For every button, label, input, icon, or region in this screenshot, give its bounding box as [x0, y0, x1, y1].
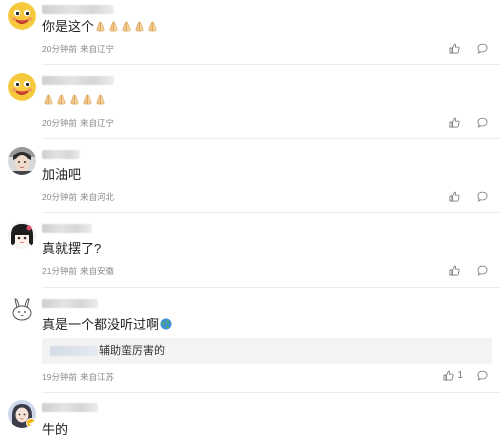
comment-bubble-icon	[477, 370, 488, 381]
comment-text: 牛的	[42, 422, 69, 437]
comment-bubble-icon	[477, 265, 488, 276]
comment-text: 真是一个都没听过啊	[42, 317, 172, 333]
reply-preview[interactable]: 辅助蛮厉害的	[42, 338, 492, 364]
reply-button[interactable]	[477, 117, 488, 128]
reply-button[interactable]	[477, 191, 488, 202]
divider	[42, 392, 500, 393]
divider	[42, 64, 500, 65]
verified-badge-icon	[26, 418, 36, 428]
username-redacted[interactable]	[42, 5, 114, 14]
reply-text: 辅助蛮厉害的	[99, 345, 165, 357]
username-redacted[interactable]	[42, 150, 80, 159]
like-button[interactable]	[449, 117, 463, 128]
thumbs-up-icon	[449, 43, 460, 54]
comment-meta: 21分钟前 来自安徽	[42, 266, 114, 276]
comment-meta: 20分钟前 来自辽宁	[42, 44, 114, 54]
comment-time: 20分钟前	[42, 118, 77, 128]
girl-photo-avatar[interactable]	[8, 400, 36, 428]
like-button[interactable]	[449, 43, 463, 54]
comment-item: 20分钟前 来自辽宁	[0, 70, 500, 132]
comment-bubble-icon	[477, 191, 488, 202]
comment-location: 来自安徽	[79, 266, 114, 276]
reply-button[interactable]	[477, 265, 488, 276]
comment-location: 来自江苏	[79, 372, 114, 382]
username-redacted[interactable]	[42, 224, 92, 233]
username-redacted[interactable]	[42, 403, 98, 412]
comment-text	[42, 92, 107, 108]
thumbs-up-icon	[449, 117, 460, 128]
comment-item: 你是这个 20分钟前 来自辽宁	[0, 0, 500, 62]
comment-item: 真是一个都没听过啊 辅助蛮厉害的 19分钟前 来自江苏 1	[0, 293, 500, 389]
divider	[42, 138, 500, 139]
comment-text: 你是这个	[42, 19, 159, 35]
comment-item: 加油吧 20分钟前 来自河北	[0, 144, 500, 206]
person-photo-avatar[interactable]	[8, 147, 36, 175]
comment-time: 20分钟前	[42, 192, 77, 202]
username-redacted[interactable]	[42, 76, 114, 85]
thumbs-up-icon	[443, 370, 454, 381]
comment-time: 21分钟前	[42, 266, 77, 276]
comment-location: 来自辽宁	[79, 118, 114, 128]
comment-text: 真就摆了?	[42, 241, 102, 256]
bunny-sketch-avatar[interactable]	[8, 296, 36, 324]
reply-button[interactable]	[477, 370, 488, 381]
comment-time: 20分钟前	[42, 44, 77, 54]
comment-actions	[449, 265, 488, 276]
praying-hands-icon	[94, 19, 159, 35]
comment-text: 加油吧	[42, 167, 82, 182]
divider	[42, 287, 500, 288]
comment-location: 来自河北	[79, 192, 114, 202]
comment-bubble-icon	[477, 117, 488, 128]
comment-meta: 20分钟前 来自河北	[42, 192, 114, 202]
yellow-face-avatar[interactable]	[8, 73, 36, 101]
comment-item: 真就摆了? 21分钟前 来自安徽	[0, 218, 500, 282]
praying-hands-icon	[42, 92, 107, 108]
yellow-face-avatar[interactable]	[8, 2, 36, 30]
comment-meta: 19分钟前 来自江苏	[42, 372, 114, 382]
divider	[42, 212, 500, 213]
reply-username-redacted[interactable]	[50, 346, 98, 356]
comment-time: 19分钟前	[42, 372, 77, 382]
comment-actions	[449, 117, 488, 128]
like-button[interactable]: 1	[443, 370, 463, 381]
like-button[interactable]	[449, 265, 463, 276]
username-redacted[interactable]	[42, 299, 98, 308]
comment-actions: 1	[443, 370, 488, 381]
comment-item: 牛的	[0, 398, 500, 440]
thumbs-up-icon	[449, 265, 460, 276]
comment-actions	[449, 43, 488, 54]
comment-actions	[449, 191, 488, 202]
earth-globe-icon	[160, 318, 172, 330]
thumbs-up-icon	[449, 191, 460, 202]
comment-list: 你是这个 20分钟前 来自辽宁 20分钟前 来自辽宁 加油吧 20分钟前 来自河…	[0, 0, 500, 440]
like-count: 1	[457, 370, 463, 381]
anime-girl-avatar[interactable]	[8, 221, 36, 249]
like-button[interactable]	[449, 191, 463, 202]
reply-button[interactable]	[477, 43, 488, 54]
comment-location: 来自辽宁	[79, 44, 114, 54]
comment-meta: 20分钟前 来自辽宁	[42, 118, 114, 128]
comment-bubble-icon	[477, 43, 488, 54]
